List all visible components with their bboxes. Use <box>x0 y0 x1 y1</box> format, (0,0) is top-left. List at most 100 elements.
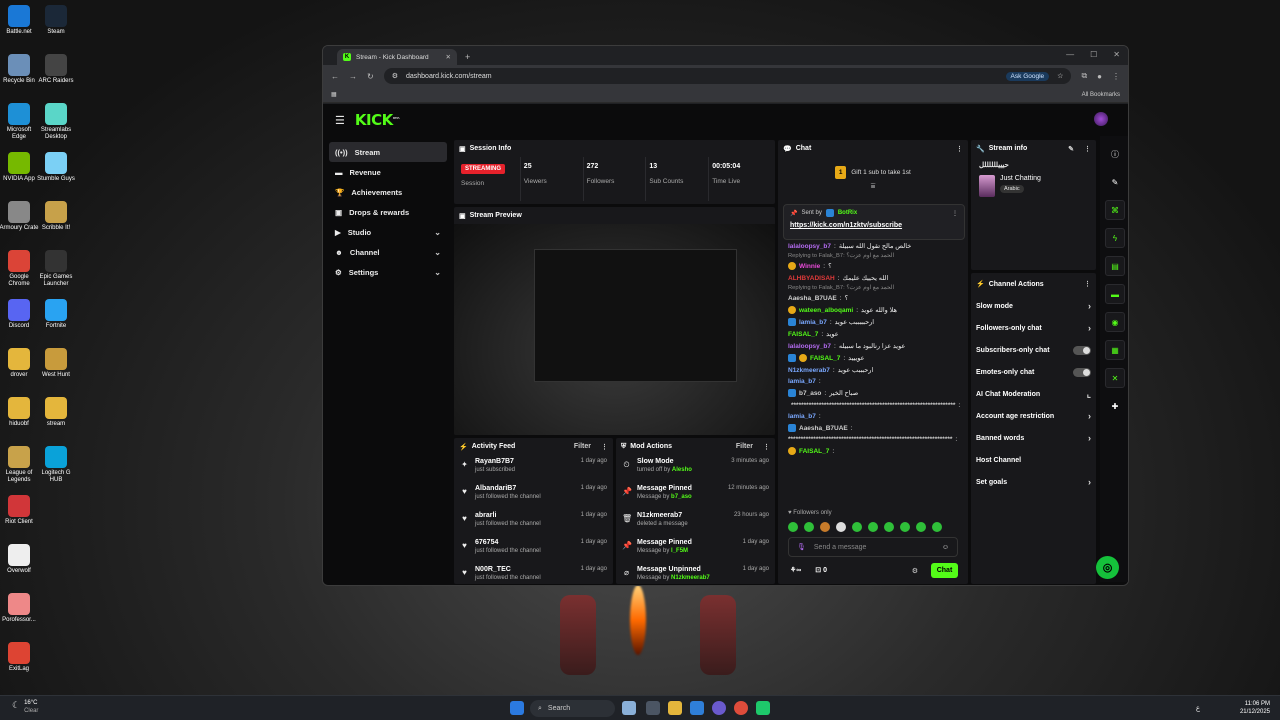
desktop-icon[interactable]: Recycle Bin <box>0 54 39 85</box>
lightning-icon[interactable]: ϟ <box>1105 228 1125 248</box>
lock-count[interactable]: ⊡ 0 <box>815 566 827 574</box>
chat-username[interactable]: Aaesha_B7UAE <box>799 425 848 432</box>
widgets-icon[interactable] <box>622 701 636 715</box>
desktop-icon[interactable]: drover <box>0 348 39 379</box>
close-window-icon[interactable]: ✕ <box>1113 50 1120 59</box>
feed-row[interactable]: ⏲ Slow Mode turned off by Alesho 3 minutes … <box>616 455 775 482</box>
browser-tab[interactable]: K Stream - Kick Dashboard ✕ <box>337 49 457 65</box>
forward-icon[interactable]: → <box>349 72 357 81</box>
notes-icon[interactable]: ▤ <box>1105 256 1125 276</box>
channel-action-set-goals[interactable]: Set goals › <box>971 471 1096 493</box>
chat-username[interactable]: ****************************************… <box>788 436 952 443</box>
channel-action-slow-mode[interactable]: Slow mode › <box>971 295 1096 317</box>
hamburger-menu-icon[interactable]: ☰ <box>335 114 345 127</box>
chat-send-button[interactable]: Chat <box>931 563 958 578</box>
chat-username[interactable]: N1zkmeerab7 <box>788 367 830 374</box>
desktop-icon[interactable]: Discord <box>0 299 39 330</box>
info-icon[interactable]: ⓘ <box>1105 144 1125 164</box>
raid-icon[interactable]: ⌘ <box>1105 200 1125 220</box>
chat-input[interactable]: 🎙 Send a message ☺ <box>788 537 958 557</box>
chat-username[interactable]: FAISAL_7 <box>810 355 840 362</box>
maximize-icon[interactable]: ☐ <box>1090 50 1097 59</box>
chat-username[interactable]: b7_aso <box>799 390 821 397</box>
desktop-icon[interactable]: ExitLag <box>0 642 39 673</box>
chat-username[interactable]: Winnie <box>799 263 820 270</box>
reload-icon[interactable]: ↻ <box>367 72 374 81</box>
chat-message[interactable]: lalaloopsy_b7: عويد عزا رنالبود ما سبيله <box>778 340 968 352</box>
desktop-icon[interactable]: League of Legends <box>0 446 39 483</box>
chat-username[interactable]: Aaesha_B7UAE <box>788 295 837 302</box>
points-icon[interactable]: ⚘∞ <box>790 566 801 574</box>
chat-message[interactable]: ****************************************… <box>778 434 968 445</box>
channel-action-subscribers-only-chat[interactable]: Subscribers-only chat <box>971 339 1096 361</box>
desktop-icon[interactable]: Epic Games Launcher <box>36 250 76 287</box>
mod-filter-button[interactable]: Filter <box>736 443 753 450</box>
feed-row[interactable]: ♥ AlbandariB7 just followed the channel 1 d… <box>454 482 613 509</box>
desktop-icon[interactable]: Logitech G HUB <box>36 446 76 483</box>
chat-more-icon[interactable]: ⋮ <box>956 145 963 153</box>
chat-message[interactable]: b7_aso: صباح الخير <box>778 387 968 399</box>
chat-message[interactable]: ALHBYADISAH: الله يحييك عليمك <box>778 272 968 284</box>
feed-row[interactable]: ♥ 676754 just followed the channel 1 day ag… <box>454 536 613 563</box>
language-indicator[interactable]: ع <box>1196 704 1200 712</box>
close-tab-icon[interactable]: ✕ <box>446 53 451 61</box>
file-explorer-icon[interactable] <box>668 701 682 715</box>
feed-who[interactable]: Alesho <box>672 467 692 473</box>
chat-message[interactable]: Aaesha_B7UAE: ؟ <box>778 292 968 304</box>
emote-icon[interactable] <box>836 522 846 532</box>
chat-message[interactable]: Aaesha_B7UAE: <box>778 422 968 434</box>
chat-bubble-icon[interactable]: ▬ <box>1105 284 1125 304</box>
feed-row[interactable]: 🗑 N1zkmeerab7 deleted a message 23 hours ag… <box>616 509 775 536</box>
ask-google-button[interactable]: Ask Google <box>1005 71 1050 81</box>
chat-message[interactable]: lamia_b7: <box>778 376 968 387</box>
toggle-switch[interactable] <box>1073 345 1091 355</box>
apps-icon[interactable]: ▦ <box>331 91 337 98</box>
streaminfo-more-icon[interactable]: ⋮ <box>1084 145 1091 153</box>
chat-username[interactable]: ALHBYADISAH <box>788 275 835 282</box>
new-tab-button[interactable]: + <box>457 52 478 65</box>
edit-icon[interactable]: ✎ <box>1068 145 1074 153</box>
chat-username[interactable]: wateen_alboqami <box>799 307 853 314</box>
start-icon[interactable] <box>510 701 524 715</box>
emote-icon[interactable] <box>804 522 814 532</box>
channel-action-banned-words[interactable]: Banned words › <box>971 427 1096 449</box>
sidebar-item-revenue[interactable]: ▬ Revenue <box>329 162 447 182</box>
chat-username[interactable]: lamia_b7 <box>799 319 827 326</box>
sidebar-item-studio[interactable]: ▶ Studio ⌄ <box>329 222 447 242</box>
stream-preview-video[interactable] <box>454 224 775 435</box>
menu-icon[interactable]: ⋮ <box>1112 72 1120 81</box>
toggle-switch[interactable] <box>1073 367 1091 377</box>
desktop-icon[interactable]: Battle.net <box>0 5 39 36</box>
emote-icon[interactable] <box>916 522 926 532</box>
desktop-icon[interactable]: Armoury Crate <box>0 201 39 232</box>
channel-action-ai-chat-moderation[interactable]: AI Chat Moderation ⌞ <box>971 383 1096 405</box>
chat-settings-icon[interactable]: ⚙ <box>912 567 918 575</box>
chat-message[interactable]: ****************************************… <box>778 399 968 411</box>
chat-message[interactable]: lamia_b7: <box>778 411 968 422</box>
feed-who[interactable]: N1zkmeerab7 <box>671 575 710 581</box>
chat-username[interactable]: FAISAL_7 <box>799 448 829 455</box>
activity-more-icon[interactable]: ⋮ <box>601 443 608 451</box>
profile-icon[interactable]: ● <box>1097 72 1102 81</box>
feed-row[interactable]: ♥ abrarli just followed the channel 1 day a… <box>454 509 613 536</box>
desktop-icon[interactable]: stream <box>36 397 76 428</box>
feed-row[interactable]: ♥ N00R_TEC just followed the channel 1 day … <box>454 563 613 584</box>
gift-sub-banner[interactable]: 1 Gift 1 sub to take 1st <box>778 166 968 179</box>
desktop-icon[interactable]: hiduobf <box>0 397 39 428</box>
desktop-icon[interactable]: Steam <box>36 5 76 36</box>
desktop-icon[interactable]: Fortnite <box>36 299 76 330</box>
channel-action-host-channel[interactable]: Host Channel <box>971 449 1096 471</box>
emote-icon[interactable] <box>932 522 942 532</box>
feed-row[interactable]: 📌 Message Pinned Message by l_F5M 1 day ago <box>616 536 775 563</box>
discord-taskbar-icon[interactable] <box>712 701 726 715</box>
minimize-icon[interactable]: — <box>1066 50 1074 59</box>
help-support-icon[interactable]: ◎ <box>1096 556 1119 579</box>
kick-logo[interactable]: KICKBETA <box>355 111 400 129</box>
streamlabs-taskbar-icon[interactable] <box>756 701 770 715</box>
url-field[interactable]: ⚙ dashboard.kick.com/stream Ask Google ☆ <box>383 68 1072 84</box>
weather-widget[interactable]: ☾ 16°C Clear <box>12 700 38 716</box>
back-icon[interactable]: ← <box>331 72 339 81</box>
chat-username[interactable]: lalaloopsy_b7 <box>788 243 831 250</box>
desktop-icon[interactable]: Riot Client <box>0 495 39 526</box>
desktop-icon[interactable]: NVIDIA App <box>0 152 39 183</box>
